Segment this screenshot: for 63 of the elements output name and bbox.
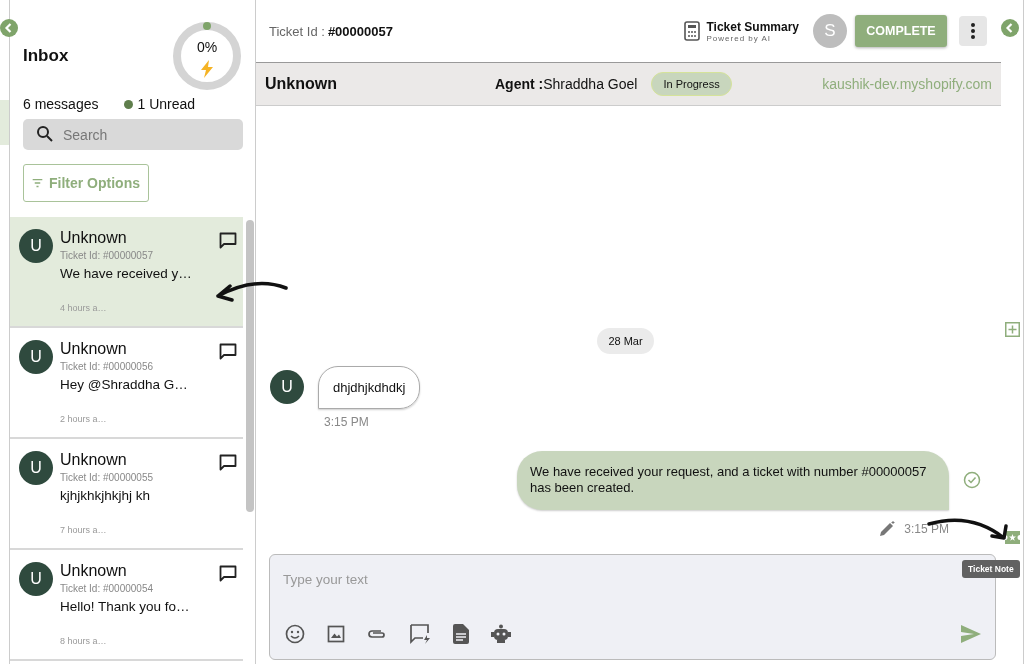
agent-name: Shraddha Goel [543, 76, 638, 92]
inbox-title: Inbox [23, 46, 69, 66]
avatar: U [19, 229, 53, 263]
chat-bubble-icon [219, 454, 237, 471]
ticket-id: Ticket Id: #00000054 [60, 583, 155, 594]
contact-name: Unknown [60, 451, 128, 469]
message-time: 7 hours a… [60, 525, 108, 535]
document-icon[interactable] [453, 624, 469, 644]
quick-reply-icon[interactable] [409, 623, 431, 645]
tooltip: Ticket Note [962, 560, 1020, 578]
message-time: 3:15 PM [324, 414, 370, 429]
pencil-icon[interactable] [878, 520, 897, 538]
chat-bubble-icon [219, 565, 237, 582]
message-preview: Hey @Shraddha G… [60, 377, 189, 392]
filter-icon [32, 177, 43, 189]
message-bubble: dhjdhjkdhdkj [318, 365, 421, 409]
message-preview: kjhjkhkjhkjhj kh [60, 488, 152, 503]
more-options-button[interactable] [959, 16, 987, 46]
avatar: U [19, 562, 53, 596]
progress-percent: 0% [195, 39, 219, 55]
message-time: 3:15 PM [904, 522, 949, 536]
emoji-icon[interactable] [285, 624, 305, 644]
contact-name: Unknown [60, 229, 128, 247]
status-badge: In Progress [651, 72, 732, 96]
message-bubble: We have received your request, and a ticket with number #00000057 has been created. [517, 450, 949, 510]
ticket-summary-button[interactable]: Ticket Summary Powered by AI [683, 19, 799, 43]
contact-name: Unknown [60, 340, 128, 358]
ticket-id: Ticket Id: #00000057 [60, 250, 155, 261]
contact-name: Unknown [60, 562, 128, 580]
ticket-id-label: Ticket Id : [269, 23, 325, 39]
image-icon[interactable] [327, 625, 345, 643]
message-time: 8 hours a… [60, 636, 108, 646]
lightning-icon [200, 60, 214, 78]
paperclip-icon[interactable] [367, 628, 387, 640]
message-preview: Hello! Thank you fo… [60, 599, 191, 614]
customer-name: Unknown [265, 75, 338, 93]
search-icon [36, 125, 54, 143]
message-time: 4 hours a… [60, 303, 108, 313]
conversation-item[interactable]: U Unknown Ticket Id: #00000057 We have received y… 4 hours a… [10, 217, 243, 328]
message-count: 6 messages [23, 96, 99, 112]
calculator-icon [683, 21, 700, 41]
ticket-icon[interactable] [1004, 531, 1020, 544]
collapse-button[interactable] [1001, 19, 1019, 37]
ticket-id: Ticket Id: #00000056 [60, 361, 155, 372]
robot-icon[interactable] [491, 624, 511, 644]
avatar: U [19, 340, 53, 374]
avatar: U [19, 451, 53, 485]
chat-bubble-icon [219, 232, 237, 249]
message-preview: We have received y… [60, 266, 193, 281]
date-chip: 28 Mar [597, 327, 654, 354]
avatar: U [270, 370, 304, 404]
more-icon [971, 23, 975, 39]
search-field[interactable]: Search [23, 119, 243, 150]
ticket-id: Ticket Id: #00000055 [60, 472, 155, 483]
unread-dot [124, 99, 134, 109]
ticket-id-value: #00000057 [327, 23, 393, 39]
message-time: 2 hours a… [60, 414, 108, 424]
unread-count: 1 Unread [137, 96, 196, 112]
chat-bubble-icon [219, 343, 237, 360]
panel-edge [0, 100, 9, 145]
collapse-button[interactable] [0, 19, 18, 37]
progress-ring [172, 21, 242, 91]
agent-label: Agent : [495, 76, 544, 92]
